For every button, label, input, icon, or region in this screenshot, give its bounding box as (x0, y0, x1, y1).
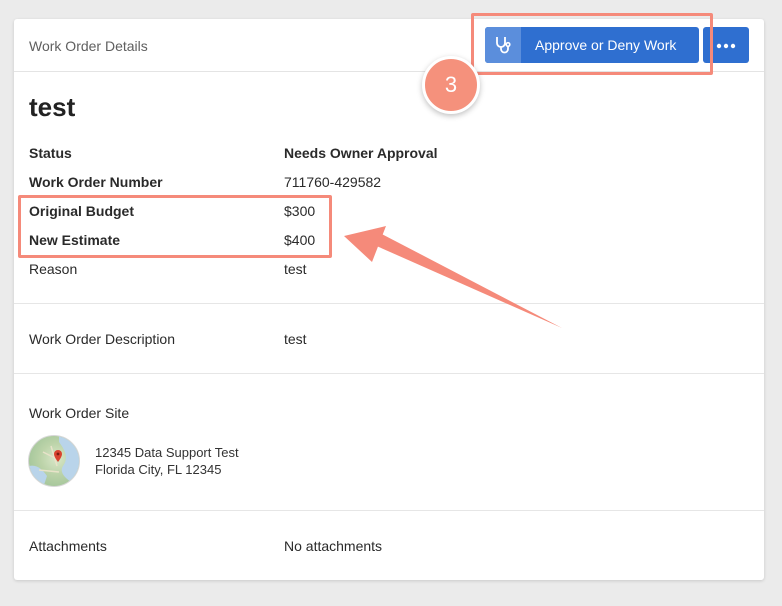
annotation-arrow (344, 226, 562, 328)
step-number-badge: 3 (422, 56, 480, 114)
